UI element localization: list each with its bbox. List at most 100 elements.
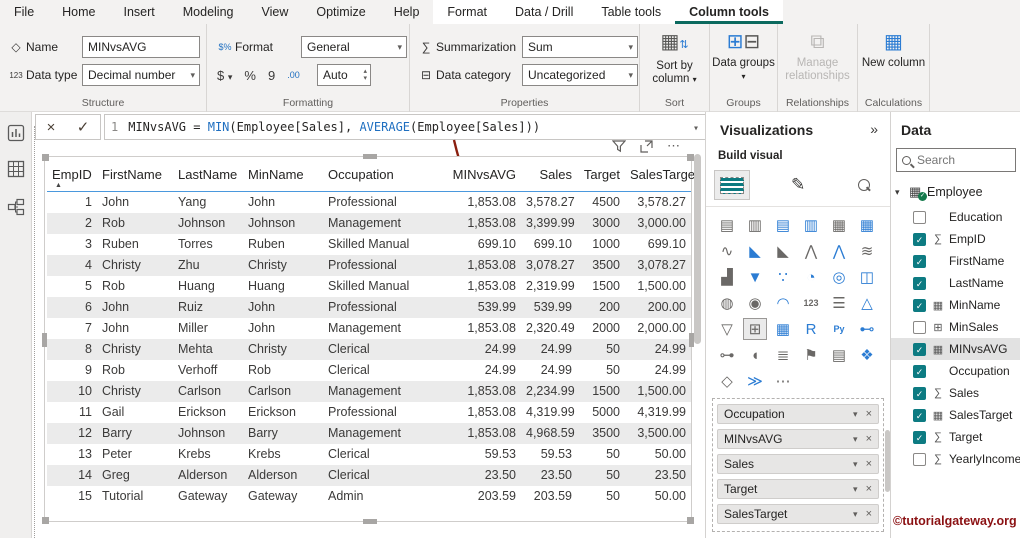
sort-by-column-button[interactable]: ▦⇅ Sort by column ▾: [640, 30, 709, 86]
donut-chart-icon[interactable]: ◎: [827, 266, 851, 288]
column-name-input[interactable]: MINvsAVG: [82, 36, 200, 58]
paginated-report-icon[interactable]: ▤: [827, 344, 851, 366]
data-groups-button[interactable]: ⊞⊟ Data groups ▾: [710, 30, 777, 83]
field-checkbox[interactable]: ✓: [913, 386, 926, 400]
chevron-down-icon[interactable]: ▾: [853, 459, 858, 470]
field-checkbox[interactable]: ✓: [913, 298, 926, 312]
filter-icon[interactable]: [612, 139, 626, 153]
field-minname[interactable]: ✓ ▦ MinName: [891, 294, 1020, 316]
model-view-icon[interactable]: [7, 198, 25, 216]
waterfall-chart-icon[interactable]: ▟: [715, 266, 739, 288]
field-checkbox[interactable]: ✓: [913, 254, 926, 268]
decimal-places-button[interactable]: .00: [287, 70, 300, 80]
data-category-select[interactable]: Uncategorized ▾: [522, 64, 638, 86]
stacked-column-chart-icon[interactable]: ▥: [743, 214, 767, 236]
menu-tab-table-tools[interactable]: Table tools: [587, 0, 676, 24]
table-visual[interactable]: EmpID▲FirstName▲LastName▲MinName▲Occupat…: [42, 154, 699, 524]
format-select[interactable]: General ▾: [301, 36, 407, 58]
chevron-down-icon[interactable]: ▾: [853, 409, 858, 420]
new-column-button[interactable]: ▦ New column: [858, 30, 929, 70]
field-checkbox[interactable]: ✓: [913, 342, 926, 356]
well-field-target[interactable]: Target ▾ ×: [717, 479, 879, 499]
chevron-down-icon[interactable]: ▾: [853, 434, 858, 445]
kpi-icon[interactable]: △: [855, 292, 879, 314]
resize-handle[interactable]: [42, 333, 47, 347]
area-chart-icon[interactable]: ◣: [743, 240, 767, 262]
column-header-salestarget[interactable]: SalesTarget▲: [625, 159, 699, 192]
field-firstname[interactable]: ✓ FirstName: [891, 250, 1020, 272]
focus-mode-icon[interactable]: [640, 139, 653, 153]
field-minvsavg[interactable]: ✓ ▦ MINvsAVG: [891, 338, 1020, 360]
power-automate-icon[interactable]: ≫: [743, 370, 767, 392]
power-apps-icon[interactable]: ◇: [715, 370, 739, 392]
data-type-select[interactable]: Decimal number ▾: [82, 64, 200, 86]
field-lastname[interactable]: ✓ LastName: [891, 272, 1020, 294]
menu-tab-column-tools[interactable]: Column tools: [675, 0, 783, 24]
column-header-lastname[interactable]: LastName▲: [173, 159, 243, 192]
gauge-icon[interactable]: ◠: [771, 292, 795, 314]
r-script-visual-icon[interactable]: R: [799, 318, 823, 340]
scatter-chart-icon[interactable]: ∵: [771, 266, 795, 288]
search-input[interactable]: [917, 153, 1002, 167]
more-visuals-icon[interactable]: ⋯: [771, 370, 795, 392]
report-view-icon[interactable]: [7, 124, 25, 142]
field-checkbox[interactable]: ✓: [913, 364, 926, 378]
more-options-icon[interactable]: ⋯: [667, 138, 681, 154]
resize-handle[interactable]: [363, 519, 377, 524]
chevron-down-icon[interactable]: ▾: [853, 509, 858, 520]
remove-field-icon[interactable]: ×: [866, 458, 872, 470]
format-visual-tab[interactable]: ✎: [780, 170, 816, 200]
column-header-minvsavg[interactable]: MINvsAVG▲: [439, 159, 521, 192]
well-scrollbar[interactable]: [885, 430, 890, 492]
clustered-column-chart-icon[interactable]: ▥: [799, 214, 823, 236]
line-chart-icon[interactable]: ∿: [715, 240, 739, 262]
summarization-select[interactable]: Sum ▾: [522, 36, 638, 58]
hundred-stacked-column-chart-icon[interactable]: ▦: [855, 214, 879, 236]
field-empid[interactable]: ✓ ∑ EmpID: [891, 228, 1020, 250]
remove-field-icon[interactable]: ×: [866, 433, 872, 445]
menu-tab-modeling[interactable]: Modeling: [169, 0, 248, 24]
column-header-minname[interactable]: MinName▲: [243, 159, 323, 192]
remove-field-icon[interactable]: ×: [866, 508, 872, 520]
resize-handle[interactable]: [42, 517, 49, 524]
build-visual-tab[interactable]: [714, 170, 751, 200]
table-icon[interactable]: ⊞: [743, 318, 767, 340]
collapse-pane-icon[interactable]: »: [870, 121, 878, 137]
resize-handle[interactable]: [363, 154, 377, 159]
analytics-tab[interactable]: [846, 170, 882, 200]
column-header-sales[interactable]: Sales▲: [521, 159, 577, 192]
menu-tab-format[interactable]: Format: [433, 0, 502, 24]
menu-tab-optimize[interactable]: Optimize: [302, 0, 379, 24]
field-checkbox[interactable]: ✓: [913, 320, 926, 334]
column-header-firstname[interactable]: FirstName▲: [97, 159, 173, 192]
pie-chart-icon[interactable]: ◔: [799, 266, 823, 288]
well-field-sales[interactable]: Sales ▾ ×: [717, 454, 879, 474]
field-yearlyincome[interactable]: ✓ ∑ YearlyIncome: [891, 448, 1020, 470]
menu-tab-view[interactable]: View: [248, 0, 303, 24]
field-checkbox[interactable]: ✓: [913, 452, 926, 466]
decomposition-tree-icon[interactable]: ⊷: [855, 318, 879, 340]
menu-tab-help[interactable]: Help: [380, 0, 434, 24]
matrix-icon[interactable]: ▦: [771, 318, 795, 340]
remove-field-icon[interactable]: ×: [866, 483, 872, 495]
clustered-bar-chart-icon[interactable]: ▤: [771, 214, 795, 236]
ribbon-chart-icon[interactable]: ≋: [855, 240, 879, 262]
treemap-icon[interactable]: ◫: [855, 266, 879, 288]
column-header-target[interactable]: Target▲: [577, 159, 625, 192]
field-minsales[interactable]: ✓ ⊞ MinSales: [891, 316, 1020, 338]
map-icon[interactable]: ◍: [715, 292, 739, 314]
field-checkbox[interactable]: ✓: [913, 408, 926, 422]
thousands-separator-button[interactable]: 9: [268, 68, 275, 83]
column-header-empid[interactable]: EmpID ▲: [47, 159, 97, 192]
field-checkbox[interactable]: ✓: [913, 276, 926, 290]
column-header-occupation[interactable]: Occupation▲: [323, 159, 439, 192]
smart-narrative-icon[interactable]: ≣: [771, 344, 795, 366]
field-target[interactable]: ✓ ∑ Target: [891, 426, 1020, 448]
menu-tab-data-drill[interactable]: Data / Drill: [501, 0, 588, 24]
field-checkbox[interactable]: ✓: [913, 430, 926, 444]
canvas-scrollbar[interactable]: [694, 154, 701, 344]
percent-format-button[interactable]: %: [244, 68, 256, 83]
multi-row-card-icon[interactable]: ☰: [827, 292, 851, 314]
funnel-chart-icon[interactable]: ▼: [743, 266, 767, 288]
stacked-bar-chart-icon[interactable]: ▤: [715, 214, 739, 236]
